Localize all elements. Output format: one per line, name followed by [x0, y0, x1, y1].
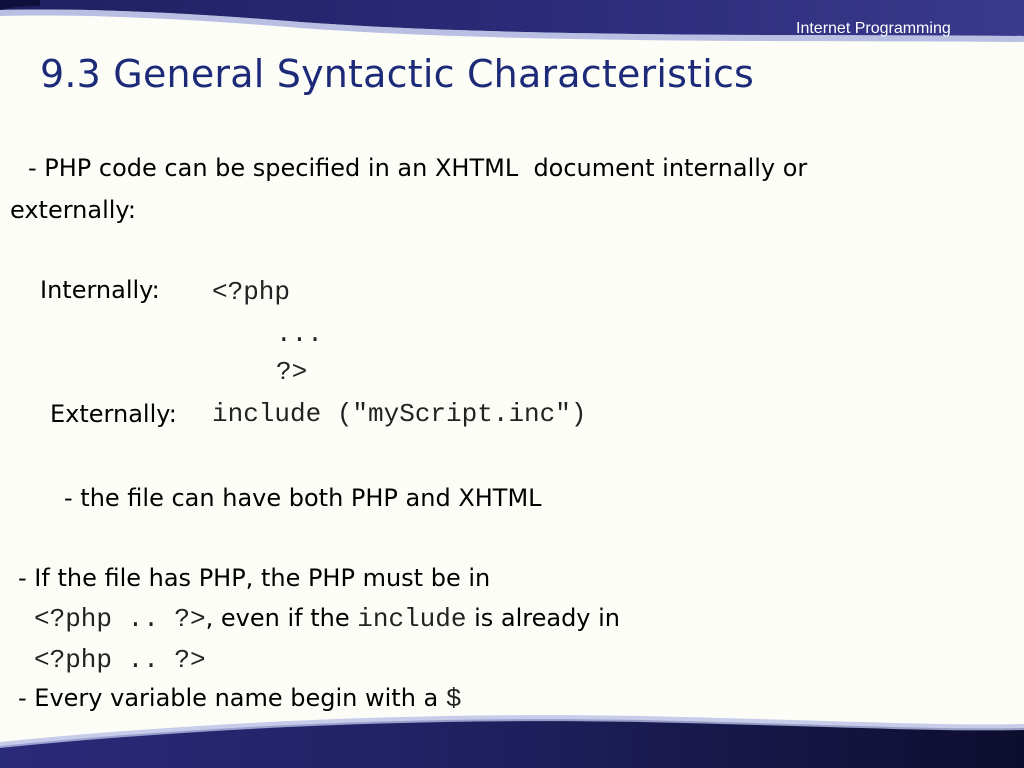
rule-php-code-2: <?php .. ?> — [34, 645, 206, 675]
rule-php-code-1: <?php .. ?> — [34, 604, 206, 634]
rule-php-text-even: , even if the — [205, 604, 358, 632]
externally-code: include ("myScript.inc") — [212, 399, 587, 429]
externally-label: Externally: — [50, 400, 177, 428]
rule-php-code-include: include — [357, 604, 467, 634]
intro-line-2: externally: — [10, 196, 136, 224]
brand-label: Internet Programming — [796, 20, 951, 37]
rule-php-text-already: is already in — [466, 604, 621, 632]
internally-code-close: ?> — [276, 357, 308, 387]
intro-line-1: - PHP code can be specified in an XHTML … — [28, 154, 808, 182]
rule-php-line-2: <?php .. ?>, even if the include is alre… — [34, 602, 620, 635]
slide-title: 9.3 General Syntactic Characteristics — [40, 52, 755, 96]
footer-band — [0, 715, 1024, 768]
internally-code-open: <?php — [212, 277, 291, 307]
internally-code-dots: ... — [276, 319, 323, 349]
internally-label: Internally: — [40, 276, 160, 304]
rule-php-line-1: - If the file has PHP, the PHP must be i… — [18, 564, 491, 592]
note-file: - the file can have both PHP and XHTML — [64, 484, 542, 512]
